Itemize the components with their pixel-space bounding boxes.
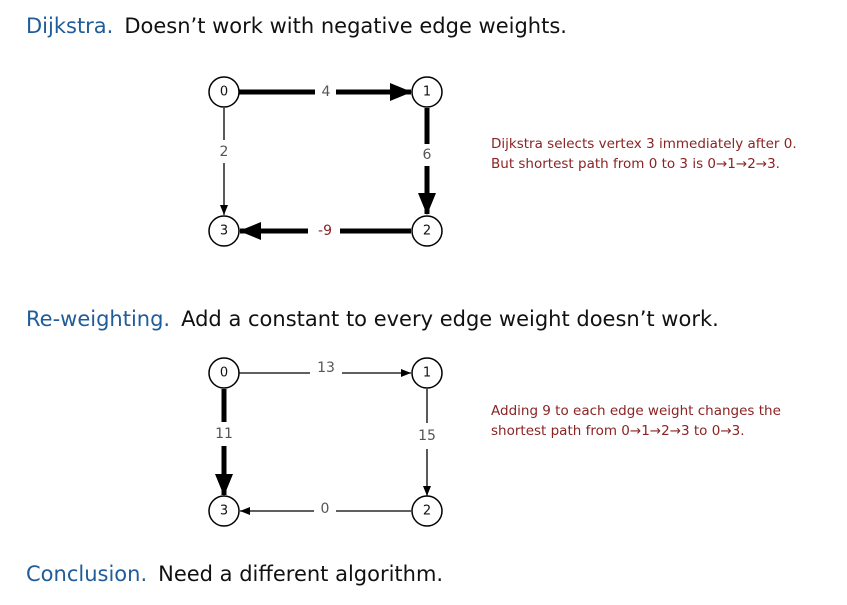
vertex-0: 0 (208, 76, 240, 108)
edge-1-2: 6 (418, 108, 436, 215)
vertex-label: 0 (220, 366, 228, 381)
vertex-label: 0 (220, 85, 228, 100)
vertex-3: 3 (208, 215, 240, 247)
vertex-label: 1 (423, 85, 431, 100)
edge-0-1: 13 (239, 360, 411, 377)
edge-weight-label: 2 (220, 144, 229, 160)
vertex-label: 3 (220, 224, 228, 239)
edge-weight-label: 15 (418, 428, 436, 444)
vertex-label: 2 (423, 224, 431, 239)
vertex-label: 1 (423, 366, 431, 381)
vertex-1: 1 (411, 76, 443, 108)
edge-1-2: 15 (418, 389, 436, 496)
edge-weight-label: 13 (317, 360, 335, 376)
edge-weight-label: 0 (321, 501, 330, 517)
vertex-3: 3 (208, 495, 240, 527)
edge-2-3: 0 (240, 501, 411, 517)
vertex-2: 2 (411, 495, 443, 527)
edge-weight-label: 6 (423, 147, 432, 163)
vertex-label: 3 (220, 504, 228, 519)
edge-weight-label: -9 (318, 223, 332, 239)
edge-weight-label: 11 (215, 426, 233, 442)
dijkstra-graph: 4 6 -9 2 0 1 2 3 (208, 76, 443, 247)
edge-0-3: 11 (215, 389, 233, 496)
edge-weight-label: 4 (322, 84, 331, 100)
vertex-2: 2 (411, 215, 443, 247)
graph-diagrams: 4 6 -9 2 0 1 2 3 13 15 0 11 0 1 2 3 (208, 76, 443, 527)
edge-0-3: 2 (220, 108, 229, 215)
reweighting-graph: 13 15 0 11 0 1 2 3 (208, 357, 443, 527)
vertex-label: 2 (423, 504, 431, 519)
edge-2-3: -9 (239, 222, 411, 240)
vertex-1: 1 (411, 357, 443, 389)
vertex-0: 0 (208, 357, 240, 389)
edge-0-1: 4 (238, 83, 412, 101)
